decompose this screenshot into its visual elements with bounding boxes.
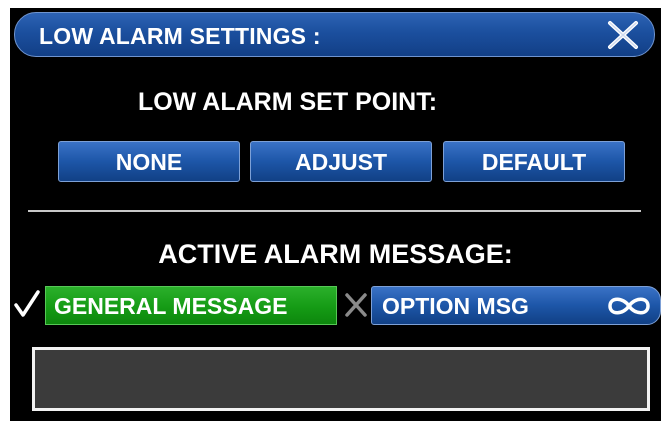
adjust-button[interactable]: ADJUST: [250, 141, 432, 182]
check-icon: [14, 290, 40, 317]
window-title: LOW ALARM SETTINGS :: [39, 23, 321, 49]
title-bar: LOW ALARM SETTINGS :: [14, 12, 655, 57]
message-display-box[interactable]: [32, 347, 650, 411]
general-message-button[interactable]: GENERAL MESSAGE: [45, 286, 337, 325]
default-button[interactable]: DEFAULT: [443, 141, 625, 182]
section-divider: [28, 210, 641, 212]
option-message-label: OPTION MSG: [382, 293, 529, 319]
x-icon: [345, 293, 367, 317]
alarm-settings-screen: LOW ALARM SETTINGS : LOW ALARM SET POINT…: [10, 8, 661, 421]
close-icon[interactable]: [606, 20, 640, 50]
infinity-icon: [608, 297, 650, 315]
set-point-heading: LOW ALARM SET POINT:: [137, 88, 438, 116]
none-button[interactable]: NONE: [58, 141, 240, 182]
option-message-button[interactable]: OPTION MSG: [371, 286, 661, 325]
alarm-message-heading: ACTIVE ALARM MESSAGE:: [158, 239, 513, 269]
